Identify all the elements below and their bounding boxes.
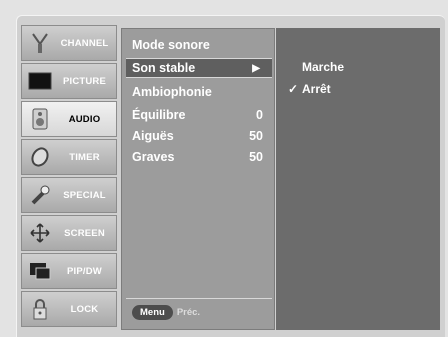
menu-item-value: 0 [256,108,263,122]
pip-icon [27,259,53,283]
sidebar-item-label: TIMER [69,151,100,163]
option-label: Marche [302,60,345,74]
menu-item-label: Équilibre [132,108,186,122]
menu-item-ambiophonie[interactable]: Ambiophonie [126,82,272,102]
menu-item-label: Mode sonore [132,38,210,52]
chevron-right-icon: ▶ [252,62,260,74]
menu-item-son-stable[interactable]: Son stable ▶ [126,58,272,78]
sidebar-item-screen[interactable]: SCREEN [21,215,117,251]
check-icon: ✓ [288,82,299,96]
antenna-icon [27,31,53,55]
menu-item-equilibre[interactable]: Équilibre 0 [126,105,272,125]
sidebar-item-label: AUDIO [68,113,101,125]
menu-item-value: 50 [249,129,263,143]
sidebar-item-label: PICTURE [62,75,107,87]
menu-button[interactable]: Menu [132,304,173,320]
son-stable-submenu: Marche ✓ Arrêt [276,28,440,330]
speaker-icon [27,107,53,131]
sidebar-item-pipdw[interactable]: PIP/DW [21,253,117,289]
lock-icon [27,297,53,321]
sidebar-item-picture[interactable]: PICTURE [21,63,117,99]
sidebar-item-lock[interactable]: LOCK [21,291,117,327]
option-arret[interactable]: ✓ Arrêt [288,82,331,96]
sidebar-item-channel[interactable]: CHANNEL [21,25,117,61]
sidebar: CHANNEL PICTURE AUDIO TIMER SPECIAL SCRE… [21,25,117,331]
sidebar-item-timer[interactable]: TIMER [21,139,117,175]
menu-footer: Menu Préc. [126,298,272,325]
menu-item-label: Son stable [132,61,196,75]
sidebar-item-label: SCREEN [64,227,105,239]
wrench-icon [27,183,53,207]
audio-menu: Mode sonore Son stable ▶ Ambiophonie Équ… [121,28,275,330]
sidebar-item-special[interactable]: SPECIAL [21,177,117,213]
menu-item-label: Aiguës [132,129,174,143]
clock-icon [27,145,53,169]
sidebar-item-audio[interactable]: AUDIO [21,101,117,137]
menu-item-graves[interactable]: Graves 50 [126,147,272,167]
option-marche[interactable]: Marche [288,60,344,74]
sidebar-item-label: LOCK [70,303,99,315]
sidebar-item-label: PIP/DW [67,265,102,277]
menu-item-aigues[interactable]: Aiguës 50 [126,126,272,146]
back-label: Préc. [176,306,201,318]
move-arrows-icon [27,221,53,245]
sidebar-item-label: SPECIAL [63,189,106,201]
menu-item-mode-sonore[interactable]: Mode sonore [126,35,272,55]
screen-icon [27,69,53,93]
sidebar-item-label: CHANNEL [60,37,109,49]
option-label: Arrêt [302,82,331,96]
menu-item-value: 50 [249,150,263,164]
menu-item-label: Ambiophonie [132,85,212,99]
menu-item-label: Graves [132,150,175,164]
